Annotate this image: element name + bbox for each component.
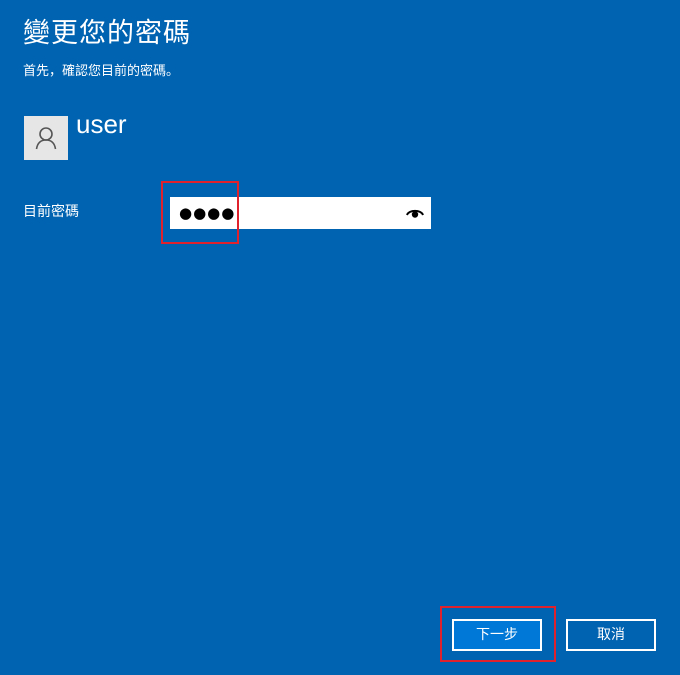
- eye-icon: [406, 209, 424, 218]
- password-masked-value: ●●●●: [179, 204, 236, 222]
- reveal-password-button[interactable]: [403, 201, 427, 225]
- next-button[interactable]: 下一步: [452, 619, 542, 651]
- current-password-field[interactable]: ●●●●: [170, 197, 431, 229]
- page-title: 變更您的密碼: [23, 18, 191, 49]
- cancel-button[interactable]: 取消: [566, 619, 656, 651]
- user-silhouette-icon: [35, 127, 57, 150]
- page-subtitle: 首先，確認您目前的密碼。: [23, 64, 180, 79]
- avatar: [24, 116, 68, 160]
- current-password-label: 目前密碼: [23, 204, 79, 220]
- username: user: [76, 109, 127, 139]
